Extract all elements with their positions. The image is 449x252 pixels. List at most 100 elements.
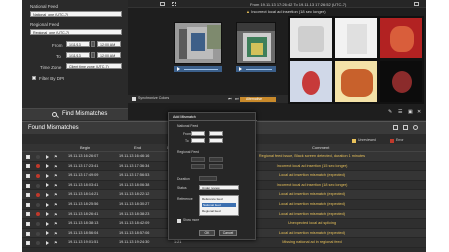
play-icon[interactable] <box>46 154 49 159</box>
monitor-icon[interactable] <box>160 2 165 6</box>
status-dot-icon <box>36 202 40 207</box>
skip-forward-icon[interactable]: ⏭ <box>235 96 239 101</box>
dialog-regional-to-time[interactable] <box>209 164 223 169</box>
regional-video-frame[interactable] <box>236 22 276 64</box>
grid-icon[interactable] <box>172 2 176 6</box>
row-checkbox[interactable] <box>26 231 30 236</box>
reference-option-none[interactable]: Reference feed <box>202 197 223 201</box>
to-time-field[interactable]: 12:00 AM <box>97 52 121 58</box>
dialog-to-time[interactable] <box>209 138 223 143</box>
skip-back-icon[interactable]: ⏮ <box>228 96 232 101</box>
regional-player-controls[interactable] <box>236 66 276 72</box>
dialog-regional-from[interactable] <box>191 157 205 162</box>
flag-icon[interactable]: ⚑ <box>54 210 58 220</box>
play-icon[interactable] <box>46 183 49 188</box>
dialog-duration-label: Duration <box>177 177 190 181</box>
to-date-field[interactable]: 1/11/13 <box>66 52 90 58</box>
to-date-picker-button[interactable] <box>91 52 95 58</box>
from-date-picker-button[interactable] <box>91 41 95 47</box>
flag-icon[interactable]: ⚑ <box>54 200 58 210</box>
timezone-select[interactable]: Client time zone (UTC-7) <box>66 63 122 69</box>
national-feed-select[interactable]: National_one (UTC-7) <box>30 11 122 17</box>
find-mismatches-label: Find Mismatches <box>62 111 108 117</box>
to-label: To <box>56 54 61 59</box>
list-icon[interactable]: ☰ <box>398 109 402 115</box>
thumbnail[interactable] <box>334 17 378 59</box>
play-icon[interactable] <box>46 212 49 217</box>
fullscreen-icon[interactable] <box>414 2 419 6</box>
filter-dpi-checkbox[interactable] <box>32 76 36 80</box>
flag-icon[interactable]: ⚑ <box>54 181 58 191</box>
dialog-regional-to[interactable] <box>191 164 205 169</box>
row-checkbox[interactable] <box>26 193 30 198</box>
reference-option-national[interactable]: National feed <box>202 203 236 207</box>
thumbnail[interactable] <box>289 60 333 103</box>
play-icon[interactable] <box>177 67 180 71</box>
dialog-from-time[interactable] <box>209 131 223 136</box>
flag-icon[interactable]: ⚑ <box>54 162 58 172</box>
settings-icon[interactable] <box>413 125 418 130</box>
national-progress-bar[interactable] <box>184 68 218 70</box>
row-checkbox[interactable] <box>26 164 30 169</box>
flag-icon[interactable]: ⚑ <box>54 171 58 181</box>
column-comment[interactable]: Comment <box>312 144 329 152</box>
thumbnail[interactable] <box>289 17 333 59</box>
cell-end: 19.11.13 17:56:53 <box>119 173 150 178</box>
play-icon[interactable] <box>46 173 49 178</box>
play-icon[interactable] <box>46 192 49 197</box>
filter-dpi-label: Filter By DPI <box>39 75 65 81</box>
dialog-to-date[interactable] <box>191 138 205 143</box>
regional-feed-select[interactable]: Regional_one (UTC-7) <box>30 29 122 35</box>
play-icon[interactable] <box>46 202 49 207</box>
dialog-ok-button[interactable]: OK <box>199 230 215 236</box>
dialog-duration-field[interactable] <box>199 176 217 181</box>
national-video-frame[interactable] <box>174 22 222 64</box>
columns-icon[interactable] <box>403 125 408 130</box>
from-date-field[interactable]: 1/11/13 <box>66 41 90 47</box>
dialog-reference-label: Reference <box>177 197 193 201</box>
thumbnail[interactable] <box>379 60 423 103</box>
legend-yellow-label: Unreviewed <box>358 138 376 142</box>
show-more-label: Show more <box>183 218 200 222</box>
column-end[interactable]: End <box>134 144 141 152</box>
edit-icon[interactable]: ✎ <box>388 109 392 115</box>
status-dot-icon <box>36 173 40 178</box>
flag-icon[interactable]: ⚑ <box>54 219 58 229</box>
dialog-regional-from-time[interactable] <box>209 157 223 162</box>
regional-progress-bar[interactable] <box>246 68 272 70</box>
flag-icon[interactable]: ⚑ <box>54 238 58 248</box>
row-checkbox[interactable] <box>26 241 30 246</box>
thumbnail[interactable] <box>334 60 378 103</box>
row-checkbox[interactable] <box>26 221 30 226</box>
alternative-toggle[interactable]: Alternative <box>240 96 276 102</box>
from-time-field[interactable]: 12:00 AM <box>97 41 121 47</box>
dialog-from-date[interactable] <box>191 131 205 136</box>
dialog-cancel-button[interactable]: Cancel <box>219 230 237 236</box>
row-checkbox[interactable] <box>26 202 30 207</box>
column-begin[interactable]: Begin <box>80 144 90 152</box>
thumbnail[interactable] <box>379 17 423 59</box>
reference-option-regional[interactable]: Regional feed <box>202 209 221 213</box>
dialog-reference-dropdown[interactable]: Reference feed National feed Regional fe… <box>199 195 239 216</box>
flag-icon[interactable]: ⚑ <box>54 152 58 162</box>
flag-icon[interactable]: ⚑ <box>54 190 58 200</box>
play-icon[interactable] <box>46 240 49 245</box>
row-checkbox[interactable] <box>26 173 30 178</box>
row-checkbox[interactable] <box>26 183 30 188</box>
flag-icon[interactable]: ⚑ <box>54 229 58 239</box>
export-icon[interactable] <box>393 125 398 130</box>
sync-checkbox[interactable] <box>132 97 136 101</box>
viewer-header: From 19.11.13 17:26:42 To 19.11.13 17:26… <box>128 0 426 8</box>
row-checkbox[interactable] <box>26 154 30 159</box>
camera-icon[interactable]: ▣ <box>408 109 413 115</box>
play-icon[interactable] <box>46 164 49 169</box>
row-checkbox[interactable] <box>26 212 30 217</box>
national-player-controls[interactable] <box>174 66 222 72</box>
show-more-checkbox[interactable] <box>177 219 181 223</box>
close-icon[interactable]: ✕ <box>417 109 421 115</box>
dialog-status-select[interactable]: Under review <box>199 185 239 190</box>
play-icon[interactable] <box>46 221 49 226</box>
find-mismatches-button[interactable]: Find Mismatches <box>22 108 128 120</box>
play-icon[interactable] <box>46 231 49 236</box>
play-icon[interactable] <box>239 67 242 71</box>
